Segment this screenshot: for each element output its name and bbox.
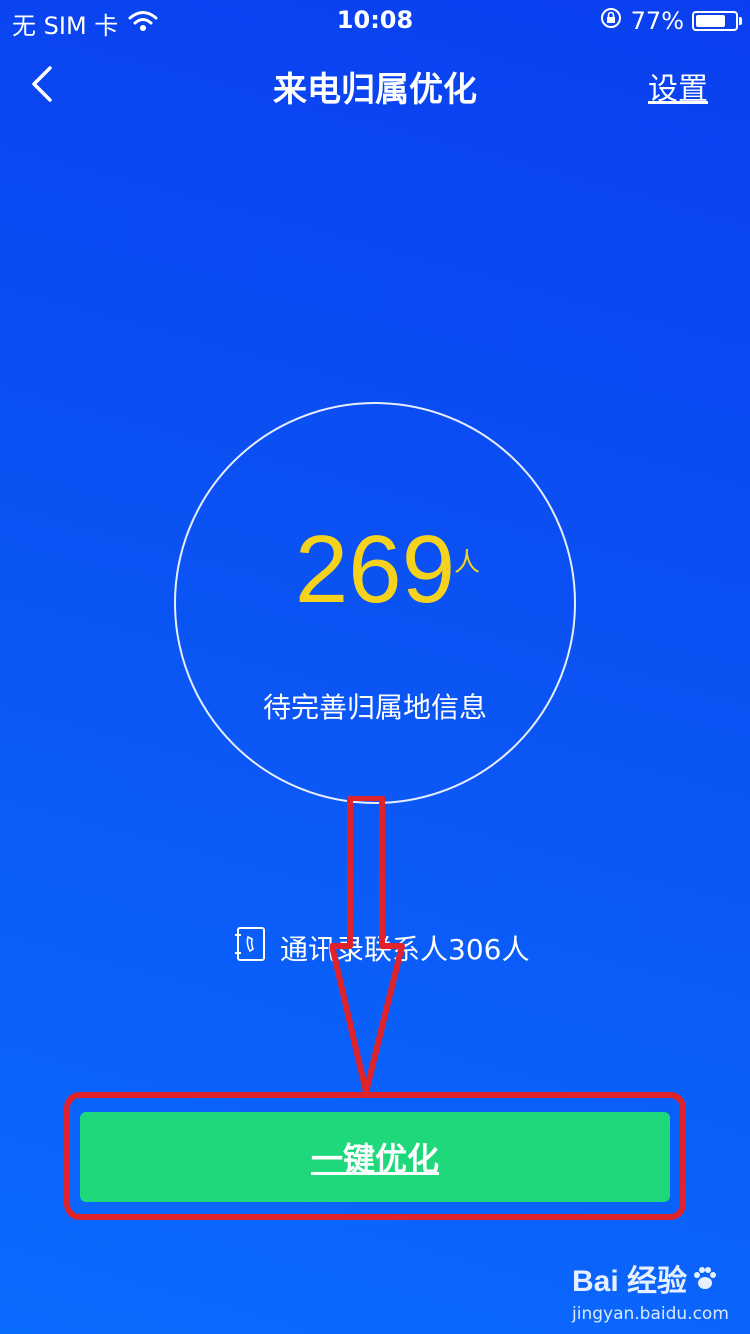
optimize-button[interactable]: 一键优化	[80, 1112, 670, 1202]
summary-circle: 269 人 待完善归属地信息	[174, 402, 576, 804]
battery-percent: 77%	[630, 7, 684, 35]
watermark-logo-text: Bai 经验	[572, 1265, 688, 1298]
battery-level	[696, 15, 725, 27]
settings-link[interactable]: 设置	[648, 64, 708, 108]
watermark: Bai 经验 jingyan.baidu.com	[572, 1256, 729, 1324]
battery-icon	[692, 11, 742, 31]
count-unit: 人	[454, 548, 481, 578]
contacts-count: 通讯录联系人306人	[234, 926, 529, 969]
contacts-label: 通讯录联系人306人	[280, 932, 530, 966]
summary-caption: 待完善归属地信息	[262, 691, 487, 724]
paw-icon	[691, 1264, 719, 1292]
watermark-url: jingyan.baidu.com	[572, 1304, 729, 1324]
status-bar: 无 SIM 卡 10:08 77%	[0, 0, 750, 40]
pending-count: 269	[294, 516, 456, 623]
contacts-book-icon	[234, 926, 268, 969]
orientation-lock-icon	[599, 6, 623, 36]
nav-bar: 来电归属优化 设置	[0, 52, 750, 116]
status-right: 77%	[599, 6, 742, 36]
watermark-logo: Bai 经验	[572, 1256, 722, 1300]
page-title: 来电归属优化	[273, 70, 477, 110]
count-wrap: 269	[176, 522, 574, 618]
optimize-button-label: 一键优化	[310, 1140, 439, 1178]
